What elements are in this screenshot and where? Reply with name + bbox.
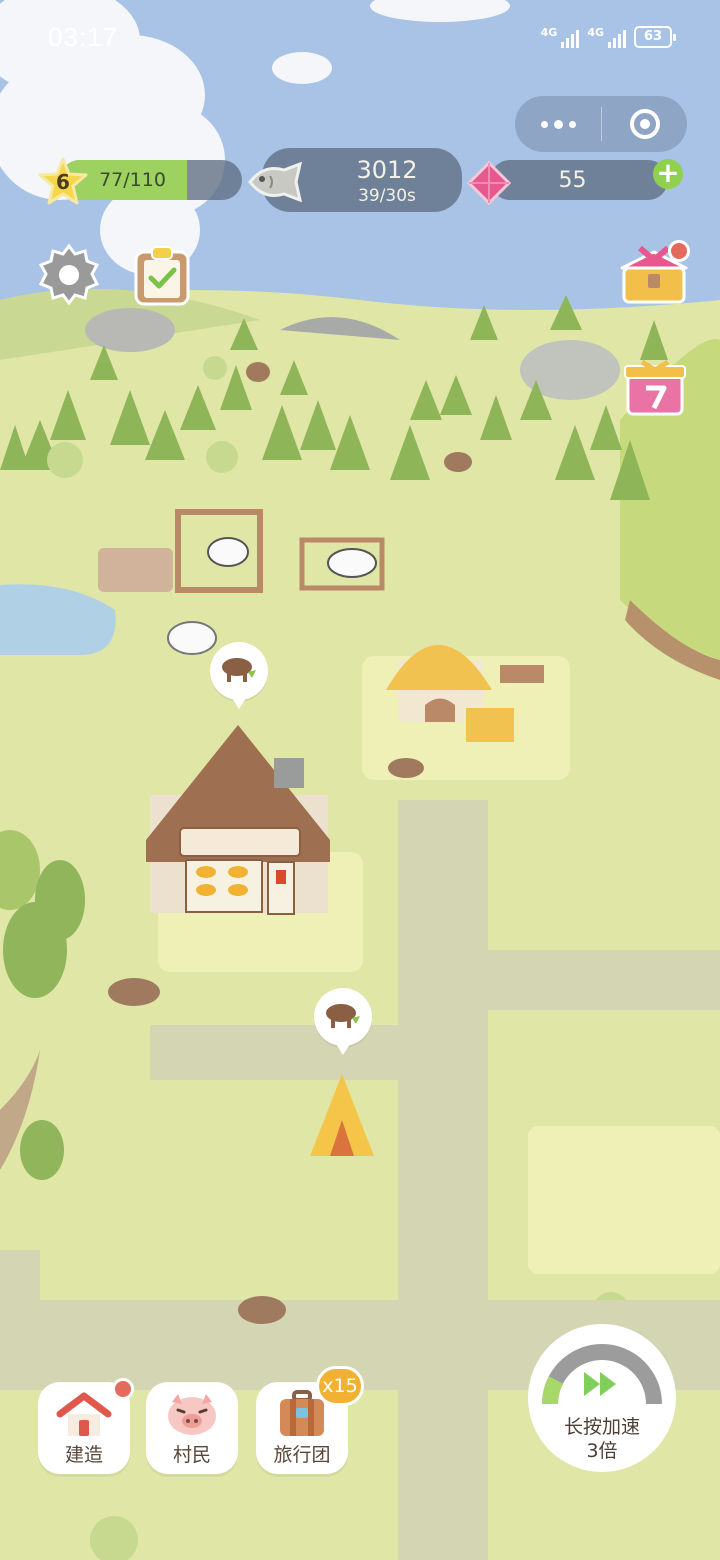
- villager-request-bubble[interactable]: [210, 642, 268, 709]
- table-request-icon: [222, 658, 256, 682]
- tour-count-badge: x15: [316, 1366, 364, 1406]
- more-menu-button[interactable]: [515, 96, 601, 152]
- target-close-icon: [629, 109, 660, 139]
- villager-request-bubble-2[interactable]: [314, 988, 372, 1055]
- gift-notification-dot: [668, 240, 690, 262]
- fish-count: 3012: [356, 156, 418, 184]
- close-miniprogram-button[interactable]: [602, 96, 687, 152]
- battery-icon: 63: [634, 26, 676, 48]
- house-icon: [56, 1392, 112, 1436]
- fast-forward-icon: [584, 1372, 616, 1396]
- miniprogram-capsule: [515, 96, 687, 152]
- hold-to-speed-up-button[interactable]: 长按加速 3倍: [528, 1324, 676, 1472]
- task-clipboard-button[interactable]: [132, 244, 192, 306]
- boulder: [85, 308, 175, 352]
- wandering-cow: [167, 621, 217, 655]
- signal-icon-2: 4G: [587, 26, 626, 48]
- signal-icon: 4G: [541, 26, 580, 48]
- build-label: 建造: [64, 1444, 103, 1466]
- gem-icon: [466, 160, 512, 206]
- vegetable-plot: [98, 548, 173, 592]
- villagers-button[interactable]: 村民: [146, 1382, 238, 1474]
- gem-count: 55: [558, 168, 587, 193]
- settings-button[interactable]: [36, 242, 102, 308]
- signal-label: 4G: [540, 26, 558, 39]
- speed-multiplier: 3倍: [586, 1440, 618, 1462]
- empty-plot: [528, 1126, 720, 1274]
- fish-icon: [248, 161, 303, 203]
- add-gems-button[interactable]: +: [653, 159, 683, 189]
- pen-cow: [207, 537, 249, 567]
- signal-label-2: 4G: [587, 26, 604, 39]
- status-indicators: 4G 4G 63: [541, 26, 676, 48]
- speed-up-label: 长按加速: [563, 1416, 640, 1438]
- status-time: 03:17: [48, 22, 119, 52]
- seven-day-gift-button[interactable]: [622, 352, 688, 418]
- build-notification-dot: [112, 1378, 134, 1400]
- table-request-icon-2: [326, 1004, 360, 1028]
- gem-currency-panel: 55: [490, 160, 668, 200]
- pig-face-icon: [168, 1394, 216, 1435]
- villagers-label: 村民: [172, 1444, 211, 1466]
- player-level: 6: [56, 170, 70, 194]
- fish-rate: 39/30s: [358, 186, 416, 206]
- system-status-bar: 03:17 4G 4G 63: [0, 0, 720, 80]
- tour-group-label: 旅行团: [273, 1444, 331, 1466]
- pen-cow-2: [327, 548, 377, 578]
